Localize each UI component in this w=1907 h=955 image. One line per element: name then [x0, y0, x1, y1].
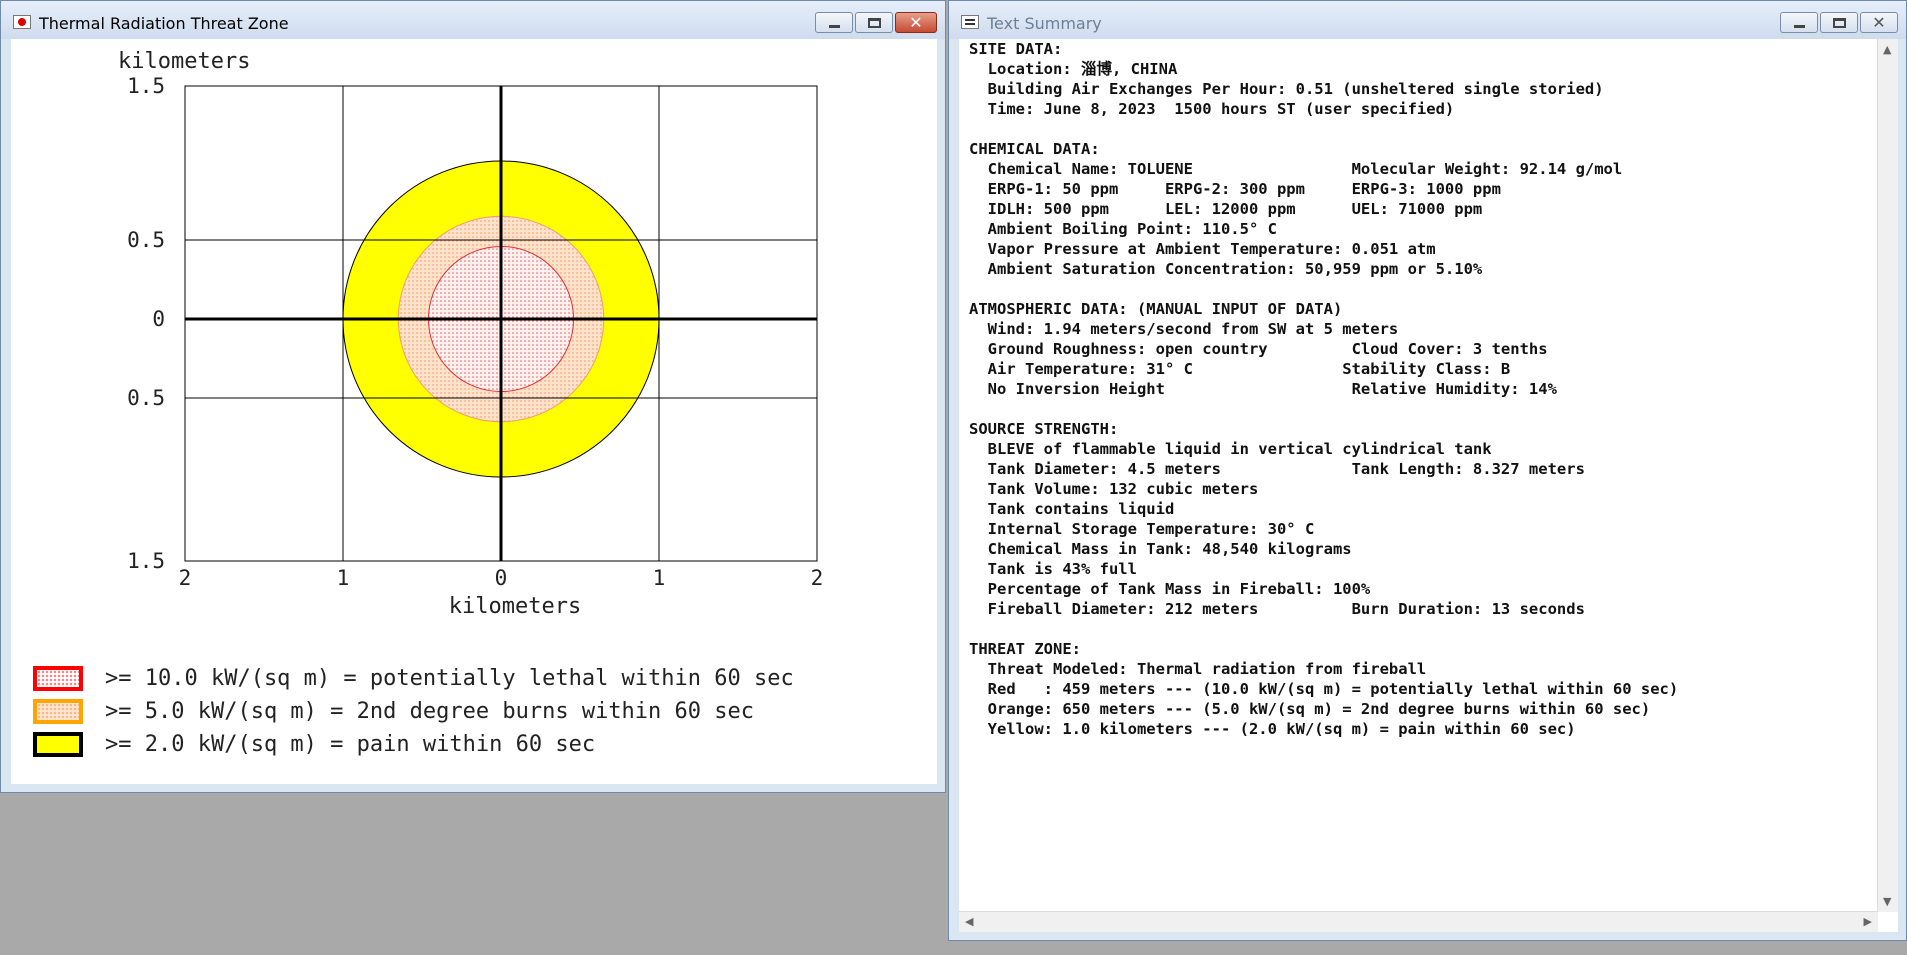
summary-line: CHEMICAL DATA: — [969, 140, 1100, 158]
summary-line: Yellow: 1.0 kilometers --- (2.0 kW/(sq m… — [969, 720, 1576, 738]
summary-close-button[interactable]: ✕ — [1860, 12, 1898, 33]
close-icon: ✕ — [1872, 13, 1886, 32]
legend-label: >= 5.0 kW/(sq m) = 2nd degree burns with… — [105, 699, 755, 724]
x-tick-label: 0 — [495, 566, 508, 590]
summary-line: Tank is 43% full — [969, 560, 1137, 578]
text-summary-title: Text Summary — [987, 14, 1102, 33]
minimize-icon — [829, 25, 840, 28]
summary-line: IDLH: 500 ppm LEL: 12000 ppm UEL: 71000 … — [969, 200, 1483, 218]
legend-item: >= 10.0 kW/(sq m) = potentially lethal w… — [33, 666, 794, 691]
summary-line: Air Temperature: 31° C Stability Class: … — [969, 360, 1511, 378]
scroll-left-icon[interactable]: ◀ — [965, 915, 973, 928]
summary-line: ERPG-1: 50 ppm ERPG-2: 300 ppm ERPG-3: 1… — [969, 180, 1501, 198]
chart-y-title: kilometers — [118, 49, 250, 74]
summary-line: Tank Volume: 132 cubic meters — [969, 480, 1259, 498]
maximize-icon — [1833, 18, 1846, 28]
vertical-scrollbar[interactable]: ▲ ▼ — [1877, 39, 1898, 912]
summary-line: Time: June 8, 2023 1500 hours ST (user s… — [969, 100, 1455, 118]
horizontal-scrollbar[interactable]: ◀ ▶ — [959, 911, 1878, 932]
maximize-button[interactable] — [855, 12, 893, 33]
legend-swatch — [33, 699, 83, 724]
summary-line: Ambient Boiling Point: 110.5° C — [969, 220, 1277, 238]
summary-line: Wind: 1.94 meters/second from SW at 5 me… — [969, 320, 1399, 338]
y-tick-label: 0.5 — [127, 228, 165, 252]
summary-line: Vapor Pressure at Ambient Temperature: 0… — [969, 240, 1436, 258]
summary-line — [969, 399, 1678, 419]
summary-minimize-button[interactable] — [1780, 12, 1818, 33]
summary-line: SITE DATA: — [969, 40, 1063, 58]
summary-line: SOURCE STRENGTH: — [969, 420, 1119, 438]
threat-zone-client: kilometers kilometers 1.5 0.5 0 0.5 1.5 2 1 0 1 2… — [11, 39, 937, 784]
x-tick-label: 1 — [337, 566, 350, 590]
minimize-button[interactable] — [815, 12, 853, 33]
y-tick-label: 0.5 — [127, 386, 165, 410]
text-summary-window: Text Summary ✕ SITE DATA: Location: 淄博, … — [948, 0, 1907, 941]
legend-label: >= 2.0 kW/(sq m) = pain within 60 sec — [105, 732, 596, 757]
legend-swatch — [33, 666, 83, 691]
scroll-right-icon[interactable]: ▶ — [1864, 915, 1872, 928]
summary-line — [969, 279, 1678, 299]
maximize-icon — [868, 18, 881, 28]
summary-line: Ground Roughness: open country Cloud Cov… — [969, 340, 1548, 358]
close-icon: ✕ — [909, 13, 923, 32]
text-summary-client: SITE DATA: Location: 淄博, CHINA Building … — [959, 39, 1898, 932]
summary-line: Red : 459 meters --- (10.0 kW/(sq m) = p… — [969, 680, 1679, 698]
summary-line: Chemical Mass in Tank: 48,540 kilograms — [969, 540, 1352, 558]
legend-item: >= 2.0 kW/(sq m) = pain within 60 sec — [33, 732, 595, 757]
threat-zone-titlebar[interactable]: Thermal Radiation Threat Zone ✕ — [1, 1, 945, 39]
y-tick-label: 1.5 — [127, 549, 165, 573]
summary-line: BLEVE of flammable liquid in vertical cy… — [969, 440, 1492, 458]
scroll-down-icon[interactable]: ▼ — [1883, 895, 1891, 908]
threat-zone-title: Thermal Radiation Threat Zone — [39, 14, 289, 33]
x-tick-label: 2 — [179, 566, 192, 590]
x-tick-label: 2 — [811, 566, 824, 590]
x-tick-label: 1 — [653, 566, 666, 590]
legend-swatch — [33, 732, 83, 757]
summary-line — [969, 619, 1678, 639]
summary-text: SITE DATA: Location: 淄博, CHINA Building … — [969, 39, 1678, 739]
chart-x-title: kilometers — [449, 594, 581, 619]
summary-line: ATMOSPHERIC DATA: (MANUAL INPUT OF DATA) — [969, 300, 1343, 318]
summary-line: Building Air Exchanges Per Hour: 0.51 (u… — [969, 80, 1604, 98]
summary-line: Location: 淄博, CHINA — [969, 60, 1178, 78]
summary-line: Internal Storage Temperature: 30° C — [969, 520, 1315, 538]
text-summary-titlebar[interactable]: Text Summary ✕ — [949, 1, 1906, 39]
close-button[interactable]: ✕ — [895, 12, 937, 33]
summary-maximize-button[interactable] — [1820, 12, 1858, 33]
summary-line: THREAT ZONE: — [969, 640, 1081, 658]
text-summary-app-icon — [961, 15, 979, 29]
summary-line: Orange: 650 meters --- (5.0 kW/(sq m) = … — [969, 700, 1651, 718]
minimize-icon — [1794, 25, 1805, 28]
legend-label: >= 10.0 kW/(sq m) = potentially lethal w… — [105, 666, 794, 691]
threat-zone-chart: kilometers kilometers 1.5 0.5 0 0.5 1.5 2 1 0 1 2 — [118, 49, 824, 619]
summary-line: Tank contains liquid — [969, 500, 1175, 518]
scroll-up-icon[interactable]: ▲ — [1883, 43, 1891, 56]
app-icon — [13, 15, 31, 29]
summary-line: Ambient Saturation Concentration: 50,959… — [969, 260, 1483, 278]
summary-line: No Inversion Height Relative Humidity: 1… — [969, 380, 1557, 398]
legend-item: >= 5.0 kW/(sq m) = 2nd degree burns with… — [33, 699, 754, 724]
summary-line: Threat Modeled: Thermal radiation from f… — [969, 660, 1427, 678]
y-tick-label: 1.5 — [127, 74, 165, 98]
summary-line: Tank Diameter: 4.5 meters Tank Length: 8… — [969, 460, 1585, 478]
summary-line: Chemical Name: TOLUENE Molecular Weight:… — [969, 160, 1623, 178]
y-tick-label: 0 — [152, 307, 165, 331]
summary-line: Fireball Diameter: 212 meters Burn Durat… — [969, 600, 1585, 618]
summary-line — [969, 119, 1678, 139]
summary-line: Percentage of Tank Mass in Fireball: 100… — [969, 580, 1371, 598]
threat-zone-window: Thermal Radiation Threat Zone ✕ kilomete… — [0, 0, 946, 793]
